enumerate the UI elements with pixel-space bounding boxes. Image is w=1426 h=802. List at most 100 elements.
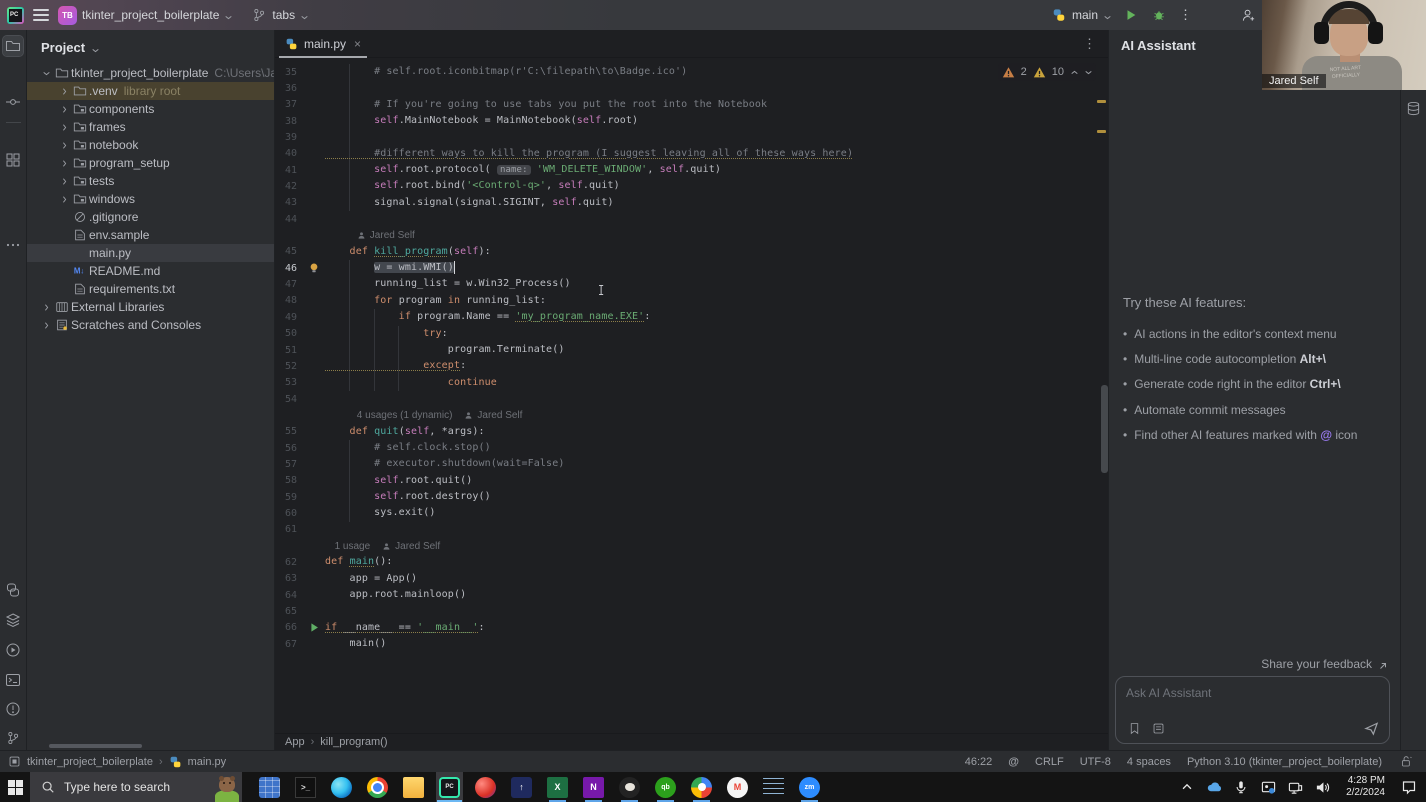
screen-share-icon[interactable] <box>1259 778 1277 796</box>
python-packages-icon[interactable] <box>3 580 23 600</box>
taskbar-app-media-red-icon[interactable] <box>472 772 499 802</box>
microphone-icon[interactable] <box>1232 778 1250 796</box>
volume-icon[interactable] <box>1313 778 1331 796</box>
tree-item-requirements-txt[interactable]: requirements.txt <box>27 280 274 298</box>
prompt-library-icon[interactable] <box>1126 720 1142 736</box>
taskbar-app-notepad-icon[interactable] <box>760 772 787 802</box>
commit-tool-icon[interactable] <box>3 92 23 112</box>
taskbar-app-pycharm-icon[interactable]: PC <box>436 772 463 802</box>
main-menu-icon[interactable] <box>33 9 49 21</box>
taskbar-app-dark-circle-app-icon[interactable] <box>616 772 643 802</box>
clock[interactable]: 4:28 PM 2/2/2024 <box>1340 775 1391 800</box>
taskbar-search[interactable]: Type here to search <box>30 772 242 802</box>
taskbar-app-file-explorer-icon[interactable] <box>400 772 427 802</box>
tab-main-py[interactable]: main.py × <box>275 30 371 58</box>
network-icon[interactable] <box>1286 778 1304 796</box>
chevron-down-icon[interactable] <box>1084 68 1092 76</box>
onedrive-icon[interactable] <box>1205 778 1223 796</box>
line-ending[interactable]: CRLF <box>1035 756 1064 768</box>
services-layers-icon[interactable] <box>3 610 23 630</box>
taskbar-app-edge-icon[interactable] <box>328 772 355 802</box>
save-chat-icon[interactable] <box>1150 720 1166 736</box>
tree-item-components[interactable]: components <box>27 100 274 118</box>
taskbar-app-meet-icon[interactable]: M <box>724 772 751 802</box>
tree-item-main-py[interactable]: main.py <box>27 244 274 262</box>
expand-chevron-icon[interactable] <box>57 195 71 204</box>
tree-item-tkinter-project-boilerplate[interactable]: tkinter_project_boilerplate C:\Users\Jare… <box>27 64 274 82</box>
taskbar-app-onenote-icon[interactable]: N <box>580 772 607 802</box>
expand-chevron-icon[interactable] <box>57 87 71 96</box>
tree-item-program-setup[interactable]: program_setup <box>27 154 274 172</box>
terminal-tool-icon[interactable] <box>3 670 23 690</box>
indent-setting[interactable]: 4 spaces <box>1127 756 1171 768</box>
tree-item-windows[interactable]: windows <box>27 190 274 208</box>
editor-scrollbar[interactable] <box>1101 385 1108 473</box>
intention-bulb-icon[interactable] <box>303 262 325 274</box>
python-interpreter[interactable]: Python 3.10 (tkinter_project_boilerplate… <box>1187 756 1382 768</box>
expand-chevron-icon[interactable] <box>39 321 53 330</box>
tree-item-env-sample[interactable]: env.sample <box>27 226 274 244</box>
run-tool-icon[interactable] <box>3 640 23 660</box>
tree-item-frames[interactable]: frames <box>27 118 274 136</box>
inspections-widget[interactable]: 2 10 <box>997 63 1096 81</box>
more-tools-icon[interactable] <box>3 235 23 255</box>
tab-options-icon[interactable]: ⋮ <box>1083 36 1096 52</box>
database-tool-icon[interactable] <box>1404 98 1424 118</box>
debug-button[interactable] <box>1151 7 1167 23</box>
taskbar-app-calculator-icon[interactable] <box>256 772 283 802</box>
caret-position[interactable]: 46:22 <box>965 756 993 768</box>
code-with-me-icon[interactable] <box>1240 7 1256 23</box>
run-line-icon[interactable] <box>303 622 325 633</box>
ai-assistant-input[interactable] <box>1116 677 1389 709</box>
expand-chevron-icon[interactable] <box>57 123 71 132</box>
taskbar-app-navy-app-icon[interactable]: ↑ <box>508 772 535 802</box>
status-file[interactable]: main.py <box>188 756 227 768</box>
author-hint[interactable]: Jared Self <box>395 541 440 552</box>
problems-tool-icon[interactable] <box>3 699 23 719</box>
feedback-link[interactable]: Share your feedback <box>1261 657 1386 671</box>
status-project[interactable]: tkinter_project_boilerplate <box>27 756 153 768</box>
chevron-up-icon[interactable] <box>1070 68 1078 76</box>
git-tool-icon[interactable] <box>3 728 23 748</box>
taskbar-app-chrome-icon[interactable] <box>364 772 391 802</box>
tree-item--venv[interactable]: .venv library root <box>27 82 274 100</box>
vcs-widget[interactable]: tabs <box>251 7 308 23</box>
tree-item-readme-md[interactable]: M↓ README.md <box>27 262 274 280</box>
tree-item-tests[interactable]: tests <box>27 172 274 190</box>
more-actions-icon[interactable]: ⋮ <box>1179 7 1192 23</box>
expand-chevron-icon[interactable] <box>39 303 53 312</box>
run-button[interactable] <box>1123 7 1139 23</box>
expand-chevron-icon[interactable] <box>57 141 71 150</box>
lock-open-icon[interactable] <box>1398 754 1414 770</box>
file-encoding[interactable]: UTF-8 <box>1080 756 1111 768</box>
expand-chevron-icon[interactable] <box>57 177 71 186</box>
author-hint[interactable]: Jared Self <box>370 230 415 241</box>
taskbar-app-quickbooks-icon[interactable]: qb <box>652 772 679 802</box>
tree-item-external-libraries[interactable]: External Libraries <box>27 298 274 316</box>
run-configuration[interactable]: main <box>1051 7 1111 23</box>
taskbar-app-terminal-cmd-icon[interactable]: >_ <box>292 772 319 802</box>
project-widget[interactable]: TB tkinter_project_boilerplate <box>58 5 233 25</box>
breadcrumb-item[interactable]: kill_program() <box>320 736 387 748</box>
notifications-icon[interactable] <box>1400 778 1418 796</box>
expand-chevron-icon[interactable] <box>57 105 71 114</box>
project-tool-icon[interactable] <box>2 35 24 57</box>
tree-item-notebook[interactable]: notebook <box>27 136 274 154</box>
taskbar-app-zoom-icon[interactable]: zm <box>796 772 823 802</box>
send-icon[interactable] <box>1363 720 1379 736</box>
expand-chevron-icon[interactable] <box>39 69 53 78</box>
code-editor[interactable]: 35 # self.root.iconbitmap(r'C:\filepath\… <box>275 58 1108 733</box>
chevron-up-icon[interactable] <box>1178 778 1196 796</box>
tree-item-scratches-and-consoles[interactable]: Scratches and Consoles <box>27 316 274 334</box>
tree-item--gitignore[interactable]: .gitignore <box>27 208 274 226</box>
structure-tool-icon[interactable] <box>3 150 23 170</box>
usages-hint[interactable]: 1 usage <box>335 541 371 552</box>
author-hint[interactable]: Jared Self <box>477 410 522 421</box>
breadcrumb-item[interactable]: App <box>285 736 305 748</box>
close-icon[interactable]: × <box>354 37 361 51</box>
horizontal-scrollbar[interactable] <box>49 744 142 748</box>
usages-hint[interactable]: 4 usages (1 dynamic) <box>357 410 453 421</box>
taskbar-app-google-colorful-icon[interactable] <box>688 772 715 802</box>
start-button[interactable] <box>0 772 30 802</box>
ai-status-icon[interactable]: @ <box>1008 756 1019 768</box>
